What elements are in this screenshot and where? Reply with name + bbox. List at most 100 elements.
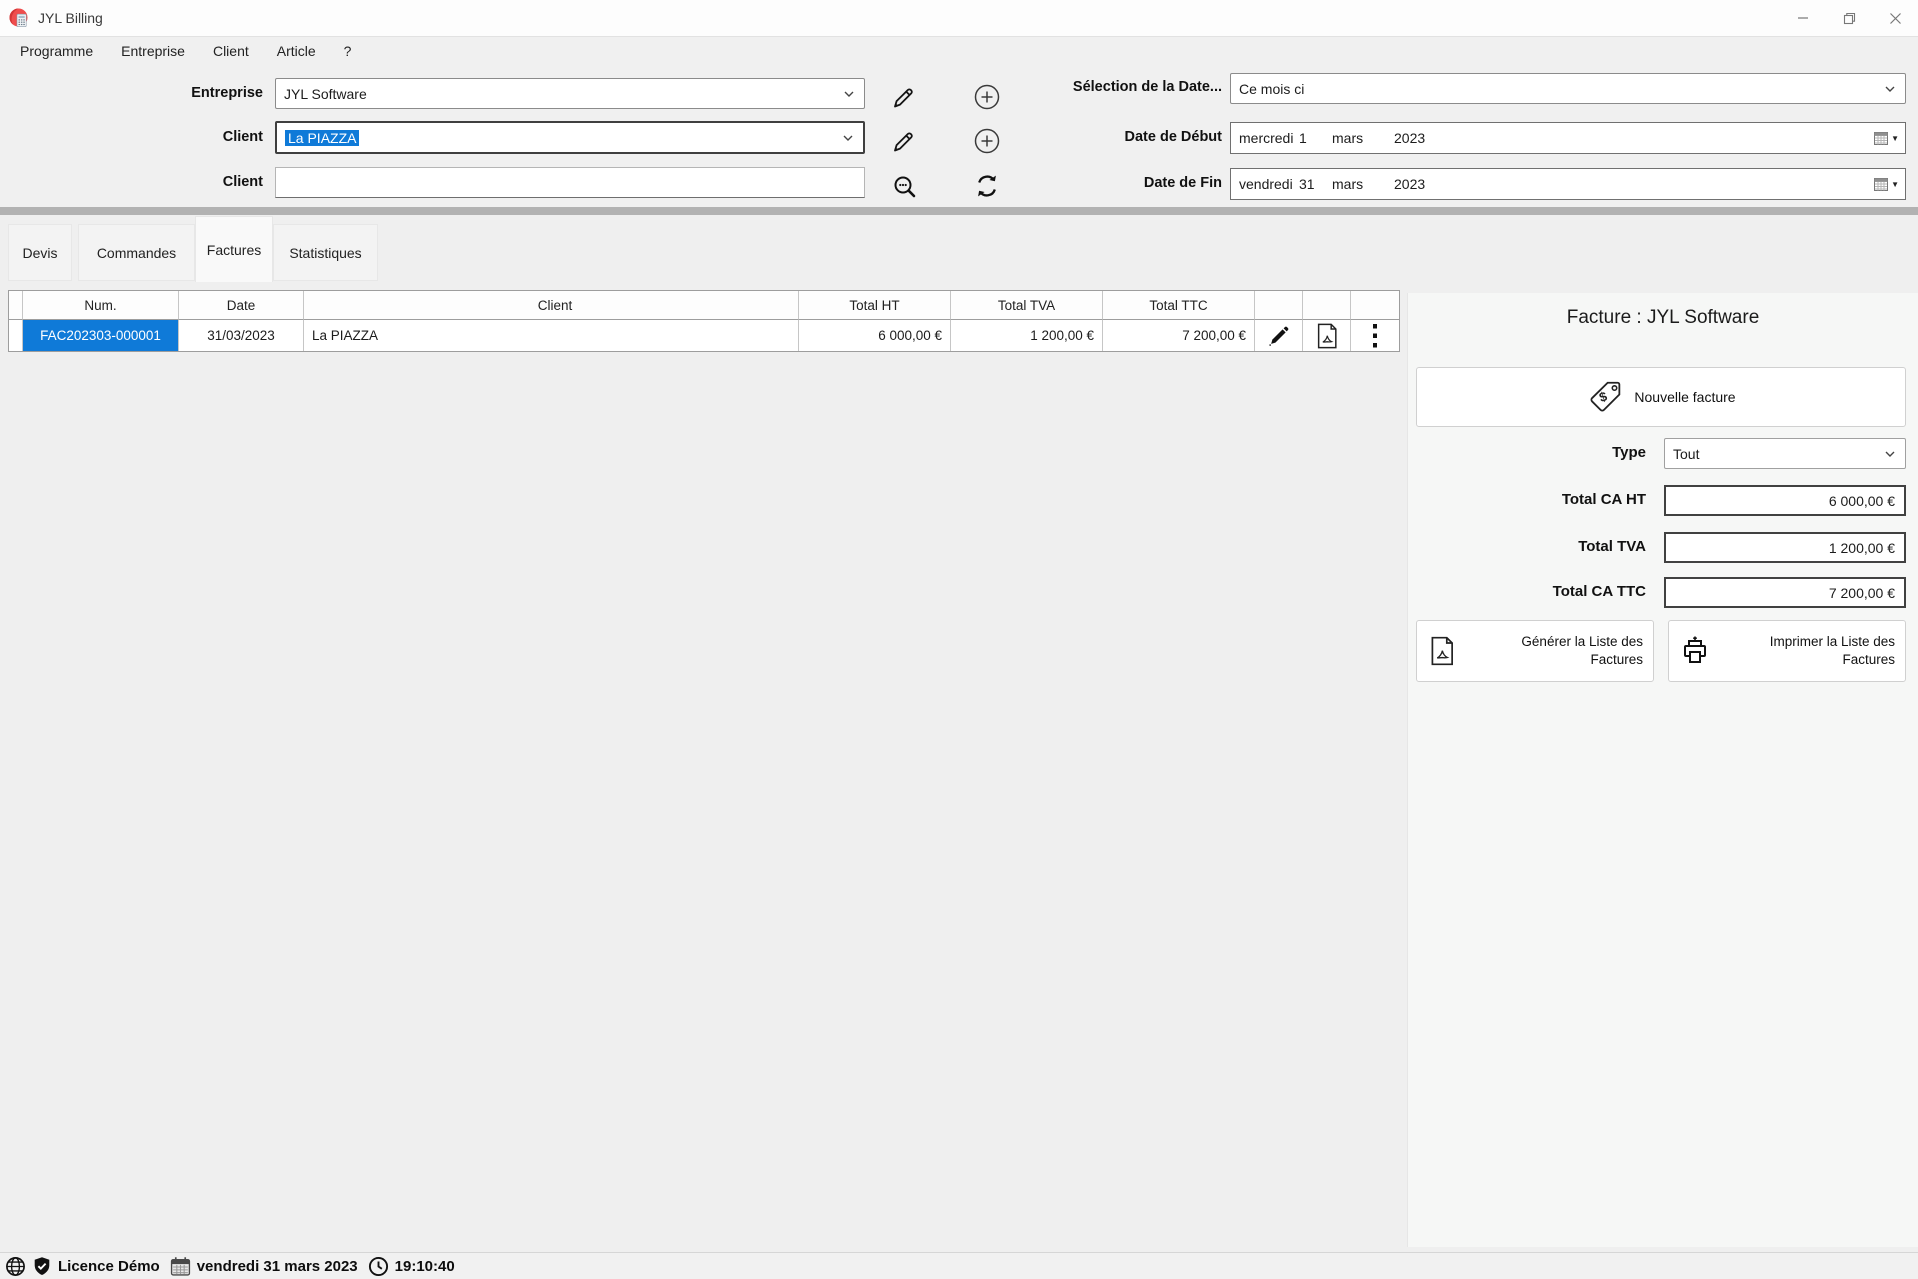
pdf-file-icon <box>1314 322 1340 350</box>
date-start-label: Date de Début <box>940 129 1222 145</box>
col-header-client[interactable]: Client <box>304 291 799 320</box>
col-header-total-ttc[interactable]: Total TTC <box>1103 291 1255 320</box>
date-preset-label: Sélection de la Date... <box>940 79 1222 95</box>
date-end-weekday: vendredi <box>1239 176 1299 192</box>
date-start-year: 2023 <box>1394 130 1425 146</box>
col-header-pdf <box>1303 291 1351 320</box>
client-edit-button[interactable] <box>888 127 918 157</box>
row-edit-button[interactable] <box>1255 320 1303 351</box>
menu-bar: Programme Entreprise Client Article ? <box>0 36 1918 64</box>
invoice-num-cell[interactable]: FAC202303-000001 <box>23 320 179 351</box>
entreprise-value: JYL Software <box>284 86 367 102</box>
generate-invoice-list-button[interactable]: Générer la Liste des Factures <box>1416 620 1654 682</box>
client-select-label: Client <box>60 129 263 145</box>
kebab-icon <box>1372 323 1378 349</box>
calendar-icon <box>170 1256 191 1277</box>
menu-programme[interactable]: Programme <box>6 43 107 59</box>
total-ca-ttc-field: 7 200,00 € <box>1664 577 1906 608</box>
new-invoice-button[interactable]: $ Nouvelle facture <box>1416 367 1906 427</box>
col-header-menu <box>1351 291 1399 320</box>
filter-area: Entreprise JYL Software Client La PIAZZA… <box>0 64 1918 207</box>
app-window: JYL Billing Programme Entreprise Client … <box>0 0 1918 1279</box>
date-start-day: 1 <box>1299 130 1332 146</box>
invoice-total-tva-cell[interactable]: 1 200,00 € <box>951 320 1103 351</box>
tab-statistiques[interactable]: Statistiques <box>273 224 378 281</box>
row-menu-button[interactable] <box>1351 320 1399 351</box>
entreprise-edit-button[interactable] <box>888 83 918 113</box>
date-start-field[interactable]: mercredi 1 mars 2023 ▼ <box>1230 122 1906 154</box>
calendar-dropdown-icon[interactable]: ▼ <box>1873 176 1899 192</box>
search-icon[interactable] <box>890 172 920 202</box>
calendar-dropdown-icon[interactable]: ▼ <box>1873 130 1899 146</box>
col-header-date[interactable]: Date <box>179 291 304 320</box>
section-divider <box>0 207 1918 215</box>
tab-factures[interactable]: Factures <box>195 216 273 282</box>
printer-icon <box>1679 635 1711 667</box>
detail-panel: Facture : JYL Software $ Nouvelle factur… <box>1407 293 1918 1247</box>
menu-help[interactable]: ? <box>330 43 366 59</box>
total-ca-ht-field: 6 000,00 € <box>1664 485 1906 516</box>
generate-invoice-list-label: Générer la Liste des Factures <box>1467 633 1643 668</box>
total-ca-ht-label: Total CA HT <box>1426 491 1646 508</box>
date-start-weekday: mercredi <box>1239 130 1299 146</box>
type-value: Tout <box>1673 446 1699 462</box>
client-select-value: La PIAZZA <box>285 130 359 146</box>
date-end-year: 2023 <box>1394 176 1425 192</box>
row-header-cell <box>9 291 23 320</box>
tab-strip: Devis Commandes Factures Statistiques <box>0 215 1918 290</box>
pdf-file-icon <box>1427 635 1457 667</box>
date-preset-select[interactable]: Ce mois ci <box>1230 73 1906 104</box>
invoice-row: FAC202303-000001 31/03/2023 La PIAZZA 6 … <box>9 320 1399 351</box>
date-start-month: mars <box>1332 130 1394 146</box>
title-bar: JYL Billing <box>0 0 1918 36</box>
date-end-field[interactable]: vendredi 31 mars 2023 ▼ <box>1230 168 1906 200</box>
col-header-num[interactable]: Num. <box>23 291 179 320</box>
menu-client[interactable]: Client <box>199 43 263 59</box>
type-select[interactable]: Tout <box>1664 438 1906 469</box>
window-controls <box>1780 0 1918 36</box>
client-search-label: Client <box>60 174 263 190</box>
row-header-cell[interactable] <box>9 320 23 351</box>
invoice-total-ttc-cell[interactable]: 7 200,00 € <box>1103 320 1255 351</box>
date-preset-value: Ce mois ci <box>1239 81 1304 97</box>
row-pdf-button[interactable] <box>1303 320 1351 351</box>
chevron-down-icon <box>841 131 855 145</box>
total-tva-label: Total TVA <box>1426 538 1646 555</box>
tab-commandes[interactable]: Commandes <box>78 224 195 281</box>
invoice-table: Num. Date Client Total HT Total TVA Tota… <box>8 290 1400 352</box>
client-search-input[interactable] <box>275 167 865 198</box>
window-title: JYL Billing <box>38 10 103 26</box>
invoice-total-ht-cell[interactable]: 6 000,00 € <box>799 320 951 351</box>
print-invoice-list-button[interactable]: Imprimer la Liste des Factures <box>1668 620 1906 682</box>
minimize-button[interactable] <box>1780 0 1826 36</box>
status-time-text: 19:10:40 <box>395 1258 455 1275</box>
restore-button[interactable] <box>1826 0 1872 36</box>
total-ca-ttc-label: Total CA TTC <box>1426 583 1646 600</box>
date-end-label: Date de Fin <box>940 175 1222 191</box>
chevron-down-icon <box>1883 447 1897 461</box>
entreprise-select[interactable]: JYL Software <box>275 78 865 109</box>
client-select[interactable]: La PIAZZA <box>275 121 865 154</box>
menu-entreprise[interactable]: Entreprise <box>107 43 199 59</box>
tab-devis[interactable]: Devis <box>8 224 72 281</box>
date-end-day: 31 <box>1299 176 1332 192</box>
chevron-down-icon <box>1883 82 1897 96</box>
detail-panel-title: Facture : JYL Software <box>1408 307 1918 329</box>
col-header-total-ht[interactable]: Total HT <box>799 291 951 320</box>
chevron-down-icon <box>842 87 856 101</box>
col-header-total-tva[interactable]: Total TVA <box>951 291 1103 320</box>
globe-icon <box>5 1256 26 1277</box>
license-text: Licence Démo <box>58 1258 160 1275</box>
entreprise-label: Entreprise <box>60 85 263 101</box>
price-tag-icon: $ <box>1586 378 1624 416</box>
new-invoice-label: Nouvelle facture <box>1634 389 1735 405</box>
app-icon <box>8 7 30 29</box>
invoice-date-cell[interactable]: 31/03/2023 <box>179 320 304 351</box>
close-button[interactable] <box>1872 0 1918 36</box>
invoice-client-cell[interactable]: La PIAZZA <box>304 320 799 351</box>
menu-article[interactable]: Article <box>263 43 330 59</box>
col-header-edit <box>1255 291 1303 320</box>
total-tva-field: 1 200,00 € <box>1664 532 1906 563</box>
date-end-month: mars <box>1332 176 1394 192</box>
status-date-text: vendredi 31 mars 2023 <box>197 1258 358 1275</box>
